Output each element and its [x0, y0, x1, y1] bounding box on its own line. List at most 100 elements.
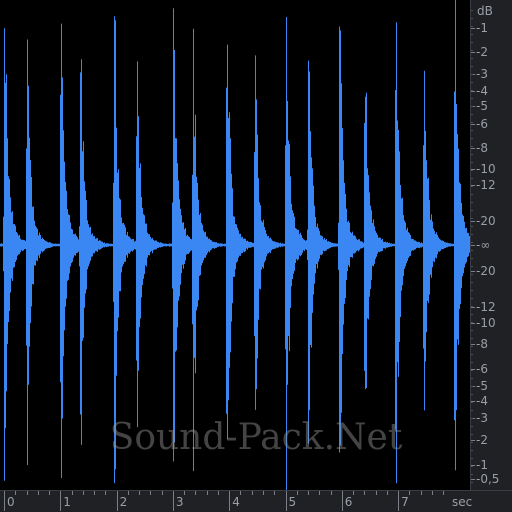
time-minor-tick [409, 491, 411, 495]
db-minor-tick [471, 458, 473, 459]
db-tick [471, 323, 475, 324]
time-major-tick [116, 491, 118, 511]
db-minor-tick [471, 154, 473, 155]
db-tick-label: -4 [476, 394, 488, 408]
audio-editor: dB -1 -2 -3 -4 -5 -6 -8 -10 -12 -20 -∞ -20 -12 -10 -8-… [0, 0, 512, 512]
time-minor-tick [37, 491, 39, 495]
time-minor-tick [420, 491, 422, 495]
time-minor-tick [127, 491, 129, 495]
db-minor-tick [471, 202, 473, 203]
db-tick [471, 344, 475, 345]
db-tick-label: -20 [476, 264, 496, 278]
db-minor-tick [471, 114, 473, 115]
db-minor-tick [471, 26, 473, 27]
time-minor-tick [375, 491, 377, 495]
db-tick-label: -2 [476, 433, 488, 447]
time-major-tick [229, 491, 231, 511]
time-tick-label: 4 [232, 495, 240, 509]
db-minor-tick [471, 242, 473, 243]
db-minor-tick [471, 194, 473, 195]
db-tick-label: -3 [476, 411, 488, 425]
db-tick-label: -8 [476, 337, 488, 351]
db-minor-tick [471, 66, 473, 67]
db-minor-tick [471, 146, 473, 147]
time-minor-tick [296, 491, 298, 495]
time-minor-tick [330, 491, 332, 495]
time-tick-label: 6 [344, 495, 353, 509]
db-minor-tick [471, 258, 473, 259]
db-minor-tick [471, 354, 473, 355]
time-ruler: sec 0 1 2 3 4 5 6 7 [0, 490, 512, 512]
time-minor-tick [150, 491, 152, 495]
db-tick-label: -12 [476, 178, 496, 192]
db-minor-tick [471, 442, 473, 443]
time-unit-label: sec [452, 495, 473, 509]
time-major-tick [398, 491, 400, 511]
db-minor-tick [471, 330, 473, 331]
time-minor-tick [443, 491, 445, 495]
db-minor-tick [471, 18, 473, 19]
time-tick-label: 2 [119, 495, 128, 509]
db-tick [471, 148, 475, 149]
time-minor-tick [206, 491, 208, 495]
time-minor-tick [71, 491, 73, 495]
time-minor-tick [262, 491, 264, 495]
db-minor-tick [471, 418, 473, 419]
db-minor-tick [471, 282, 473, 283]
db-minor-tick [471, 402, 473, 403]
time-tick-label: 1 [63, 495, 71, 509]
db-minor-tick [471, 138, 473, 139]
time-major-tick [341, 491, 343, 511]
db-tick-label: -5 [476, 379, 488, 393]
db-minor-tick [471, 74, 473, 75]
time-tick-label: 3 [175, 495, 184, 509]
db-tick [471, 479, 475, 480]
db-tick [471, 91, 475, 92]
time-minor-tick [274, 491, 276, 495]
db-minor-tick [471, 10, 473, 11]
db-tick-label: -∞ [476, 238, 491, 252]
db-minor-tick [471, 82, 473, 83]
db-tick-label: -6 [476, 117, 488, 131]
time-tick-label: 7 [401, 495, 409, 509]
db-tick-label: -2 [476, 45, 488, 59]
db-minor-tick [471, 394, 473, 395]
waveform-view[interactable] [0, 0, 470, 490]
db-tick-label: -10 [476, 162, 496, 176]
db-minor-tick [471, 50, 473, 51]
db-tick-label: -8 [476, 141, 488, 155]
db-minor-tick [471, 266, 473, 267]
time-major-tick [285, 491, 287, 511]
db-minor-tick [471, 250, 473, 251]
db-minor-tick [471, 226, 473, 227]
time-minor-tick [82, 491, 84, 495]
db-tick-label: -0,5 [476, 472, 500, 486]
db-minor-tick [471, 338, 473, 339]
db-minor-tick [471, 210, 473, 211]
time-minor-tick [431, 491, 433, 495]
time-minor-tick [15, 491, 17, 495]
time-minor-tick [105, 491, 107, 495]
time-minor-tick [139, 491, 141, 495]
db-ruler: dB -1 -2 -3 -4 -5 -6 -8 -10 -12 -20 -∞ -20 -12 -10 -8-… [470, 0, 512, 490]
db-minor-tick [471, 290, 473, 291]
db-minor-tick [471, 474, 473, 475]
db-tick [471, 307, 475, 308]
db-minor-tick [471, 218, 473, 219]
db-tick [471, 440, 475, 441]
time-minor-tick [184, 491, 186, 495]
db-tick-label: -4 [476, 84, 488, 98]
db-tick [471, 271, 475, 272]
time-major-tick [60, 491, 62, 511]
time-minor-tick [217, 491, 219, 495]
time-major-tick [172, 491, 174, 511]
time-minor-tick [386, 491, 388, 495]
db-tick-label: -1 [476, 21, 488, 35]
db-minor-tick [471, 314, 473, 315]
db-minor-tick [471, 386, 473, 387]
time-minor-tick [364, 491, 366, 495]
time-minor-tick [308, 491, 310, 495]
db-minor-tick [471, 466, 473, 467]
db-minor-tick [471, 42, 473, 43]
time-minor-tick [240, 491, 242, 495]
